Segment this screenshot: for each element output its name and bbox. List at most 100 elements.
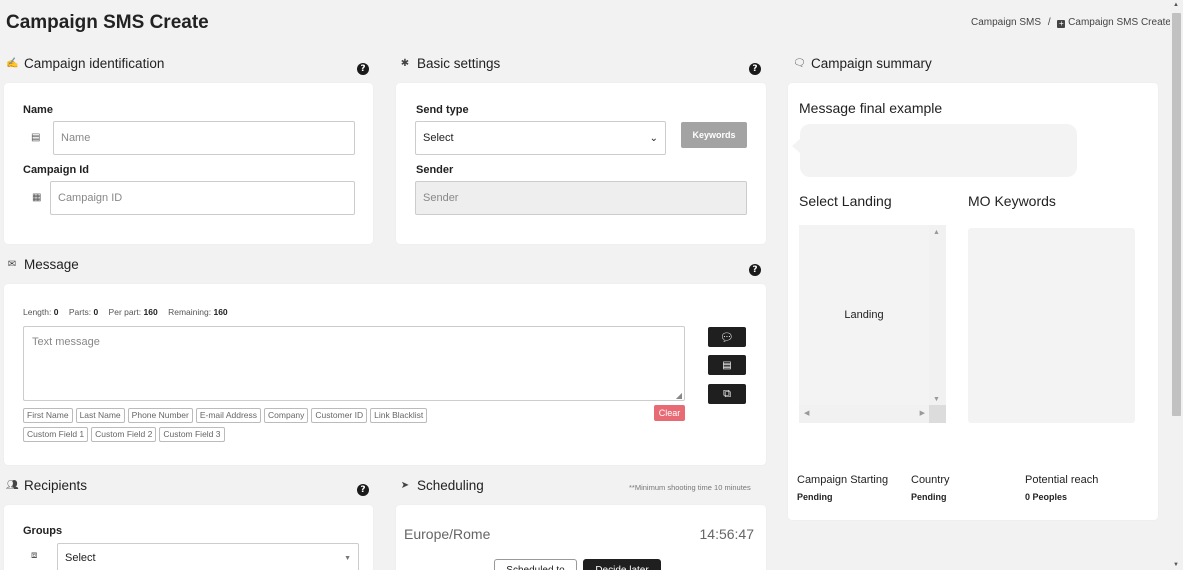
envelope-icon: ✉ [7,259,17,270]
vertical-scrollbar[interactable]: ▲ ▼ [929,225,946,405]
campaign-id-placeholder: Campaign ID [58,192,123,204]
clear-button[interactable]: Clear [654,405,685,421]
scheduled-to-button[interactable]: Scheduled to [494,559,577,570]
mo-keywords-title: MO Keywords [968,193,1056,209]
tag-last-name[interactable]: Last Name [75,408,125,423]
scroll-right-icon[interactable]: ▶ [920,409,925,417]
sender-input[interactable]: Sender [415,181,747,215]
tag-custom-field-1[interactable]: Custom Field 1 [23,427,89,442]
external-link-icon: ⧉ [723,387,731,400]
parts-label: Parts: [68,307,92,317]
sender-placeholder: Sender [423,192,459,204]
campaign-starting-value: Pending [797,492,833,502]
tag-phone-number[interactable]: Phone Number [127,408,193,423]
help-icon[interactable]: ? [749,264,761,276]
per-part-label: Per part: [108,307,142,317]
resize-handle-icon[interactable]: ◢ [676,391,682,400]
tag-email[interactable]: E-mail Address [195,408,262,423]
page-title: Campaign SMS Create [6,12,209,33]
gear-icon: ✱ [400,58,410,69]
scrollbar-thumb[interactable] [1172,13,1181,416]
caret-down-icon: ▼ [344,554,351,562]
html5-icon: ▤ [722,359,732,371]
name-input[interactable]: Name [53,121,355,155]
sender-label: Sender [416,164,454,176]
scroll-down-icon[interactable]: ▼ [1173,562,1179,568]
message-counters: Length: 0 Parts: 0 Per part: 160 Remaini… [23,307,228,317]
sms-preview-button[interactable]: 💬︎ [708,327,746,347]
campaign-id-label: Campaign Id [23,164,90,176]
group-icon: ⧈ [31,550,38,561]
breadcrumb-separator: / [1047,17,1051,28]
tags-row-2: Custom Field 1 Custom Field 2 Custom Field… [23,424,228,442]
scheduling-card: Europe/Rome 14:56:47 Scheduled to Decide… [396,505,766,570]
breadcrumb-current: Campaign SMS Create [1068,17,1171,28]
groups-select[interactable]: Select ▼ [57,543,359,570]
signature-icon: ✍ [6,58,19,69]
tag-customer-id[interactable]: Customer ID [311,408,368,423]
decide-later-button[interactable]: Decide later [583,559,661,570]
chevron-down-icon: ⌄ [649,132,658,144]
scheduling-note: **Minimum shooting time 10 minutes [629,483,751,492]
scroll-up-icon[interactable]: ▲ [933,229,940,236]
building-icon: ▦ [32,192,42,203]
tag-company[interactable]: Company [264,408,309,423]
name-placeholder: Name [61,132,91,144]
users-icon: 👥︎ [6,480,19,491]
scroll-up-icon[interactable]: ▲ [1173,2,1179,8]
tag-first-name[interactable]: First Name [23,408,73,423]
message-header: ✉ Message [6,257,79,272]
basic-header: ✱ Basic settings [399,56,501,71]
message-preview-bubble [800,124,1077,177]
identification-card: Name ▤ Name Campaign Id ▦ Campaign ID [4,83,373,244]
length-label: Length: [23,307,52,317]
horizontal-scrollbar[interactable]: ◀ ▶ [799,405,929,423]
basic-card: Send type Select ⌄ Keywords Sender Sende… [396,83,766,244]
message-placeholder: Text message [32,336,100,348]
potential-reach-label: Potential reach [1025,474,1099,486]
country-value: Pending [911,492,947,502]
tags-row-1: First Name Last Name Phone Number E-mail Ad… [23,405,430,423]
scroll-down-icon[interactable]: ▼ [933,396,940,403]
page-scrollbar[interactable]: ▲ ▼ [1170,0,1183,570]
campaign-id-input[interactable]: Campaign ID [50,181,355,215]
campaign-starting-label: Campaign Starting [797,474,889,486]
tag-custom-field-3[interactable]: Custom Field 3 [159,427,225,442]
country-label: Country [911,474,950,486]
send-type-value: Select [423,132,454,144]
help-icon[interactable]: ? [749,63,761,75]
per-part-value: 160 [143,307,158,317]
landing-item[interactable]: Landing [799,225,929,405]
message-textarea[interactable]: Text message ◢ [23,326,685,401]
tag-link-blacklist[interactable]: Link Blacklist [370,408,428,423]
bubble-tail [792,139,800,153]
groups-value: Select [65,552,96,564]
breadcrumb: Campaign SMS / + Campaign SMS Create [971,17,1171,28]
landing-list[interactable]: Landing ▲ ▼ ◀ ▶ [799,225,946,423]
message-title: Message [24,257,79,272]
help-icon[interactable]: ? [357,63,369,75]
html-button[interactable]: ▤ [708,355,746,375]
send-type-select[interactable]: Select ⌄ [415,121,666,155]
tag-custom-field-2[interactable]: Custom Field 2 [91,427,157,442]
recipients-header: 👥︎ Recipients [6,478,87,493]
potential-reach-value: 0 Peoples [1025,492,1068,502]
message-card: Length: 0 Parts: 0 Per part: 160 Remaini… [4,284,766,465]
scroll-left-icon[interactable]: ◀ [804,409,809,417]
scheduling-header: ➤ Scheduling [399,478,484,493]
remaining-label: Remaining: [168,307,212,317]
summary-header: 🗨 Campaign summary [793,56,932,71]
name-label: Name [23,104,53,116]
identification-header: ✍ Campaign identification [6,56,164,71]
length-value: 0 [53,307,59,317]
external-link-button[interactable]: ⧉ [708,384,746,404]
help-icon[interactable]: ? [357,484,369,496]
send-type-label: Send type [416,104,469,116]
keywords-button[interactable]: Keywords [681,122,747,148]
groups-label: Groups [23,525,63,537]
basic-title: Basic settings [417,56,501,71]
breadcrumb-parent[interactable]: Campaign SMS [971,17,1041,28]
paper-plane-icon: ➤ [400,480,410,491]
identification-title: Campaign identification [24,56,165,71]
chat-bubbles-icon: 🗨 [793,58,806,69]
